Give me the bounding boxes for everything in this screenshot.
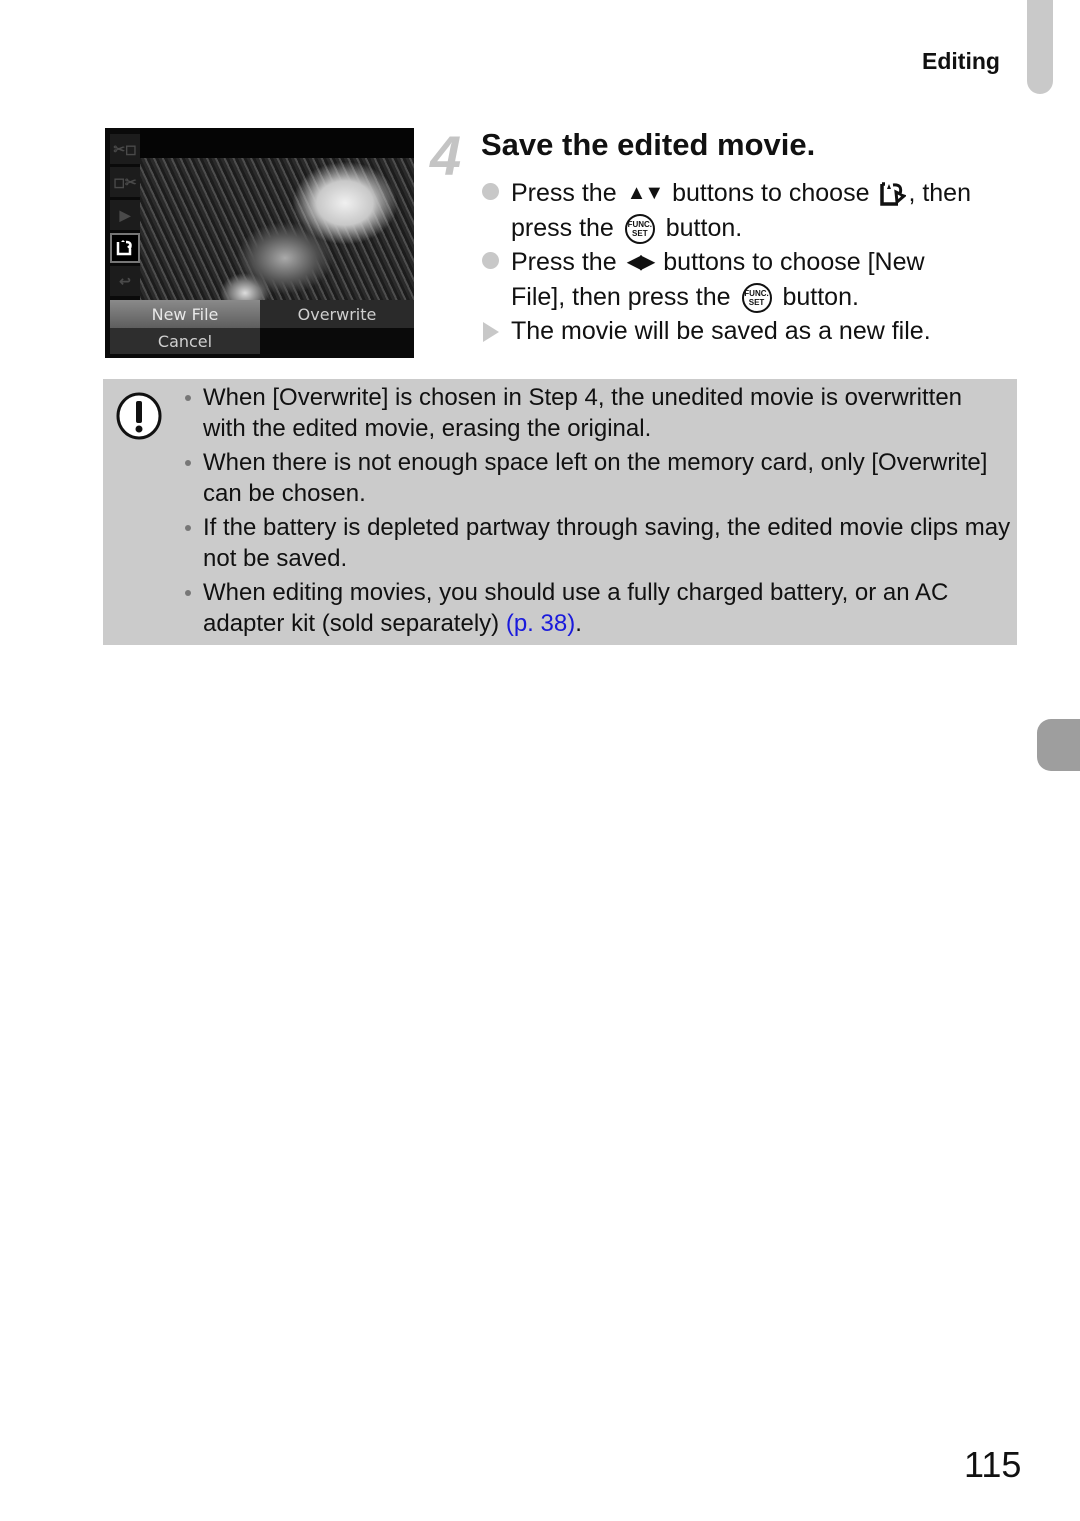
overwrite-button[interactable]: Overwrite bbox=[260, 300, 414, 328]
func-set-button-icon: FUNC. SET bbox=[624, 213, 655, 244]
cancel-button[interactable]: Cancel bbox=[110, 328, 260, 354]
chapter-tab-side bbox=[1037, 719, 1080, 771]
section-label: Editing bbox=[922, 48, 1000, 74]
cut-end-icon[interactable]: ◻✂ bbox=[110, 167, 140, 197]
chapter-tab-top bbox=[1027, 0, 1053, 94]
bullet-icon bbox=[482, 252, 499, 269]
play-icon[interactable]: ▶ bbox=[110, 200, 140, 230]
result-arrow-icon bbox=[483, 322, 499, 342]
save-icon[interactable] bbox=[110, 233, 140, 263]
return-icon[interactable]: ↩ bbox=[110, 266, 140, 296]
bullet-icon bbox=[482, 183, 499, 200]
camera-screen: ✂◻ ◻✂ ▶ ↩ New File Overwrite Cancel bbox=[105, 128, 414, 358]
caution-item: When [Overwrite] is chosen in Step 4, th… bbox=[185, 383, 1011, 444]
step-title: Save the edited movie. bbox=[481, 127, 816, 162]
edit-menu-icons: ✂◻ ◻✂ ▶ ↩ bbox=[110, 134, 140, 299]
left-right-keys-icon: ◀▶ bbox=[626, 251, 656, 273]
movie-frame-image bbox=[140, 158, 414, 308]
caution-icon bbox=[116, 392, 162, 440]
step-number: 4 bbox=[430, 124, 462, 187]
step-result: The movie will be saved as a new file. bbox=[480, 314, 1025, 349]
save-icon bbox=[880, 182, 907, 207]
caution-box: When [Overwrite] is chosen in Step 4, th… bbox=[103, 379, 1017, 645]
page-number: 115 bbox=[964, 1444, 1022, 1485]
caution-item: If the battery is depleted partway throu… bbox=[185, 513, 1011, 574]
caution-item: When editing movies, you should use a fu… bbox=[185, 578, 1011, 639]
cut-start-icon[interactable]: ✂◻ bbox=[110, 134, 140, 164]
page-reference-link[interactable]: (p. 38) bbox=[506, 610, 575, 637]
func-set-button-icon: FUNC. SET bbox=[741, 282, 772, 313]
up-down-keys-icon: ▲▼ bbox=[626, 182, 665, 204]
step-item: Press the ◀▶ buttons to choose [New File… bbox=[480, 245, 1025, 314]
step-instructions: Press the ▲▼ buttons to choose , then pr… bbox=[480, 176, 1025, 349]
step-item: Press the ▲▼ buttons to choose , then pr… bbox=[480, 176, 1025, 245]
new-file-button[interactable]: New File bbox=[110, 300, 260, 328]
caution-item: When there is not enough space left on t… bbox=[185, 448, 1011, 509]
screen-top-bar bbox=[140, 128, 414, 160]
